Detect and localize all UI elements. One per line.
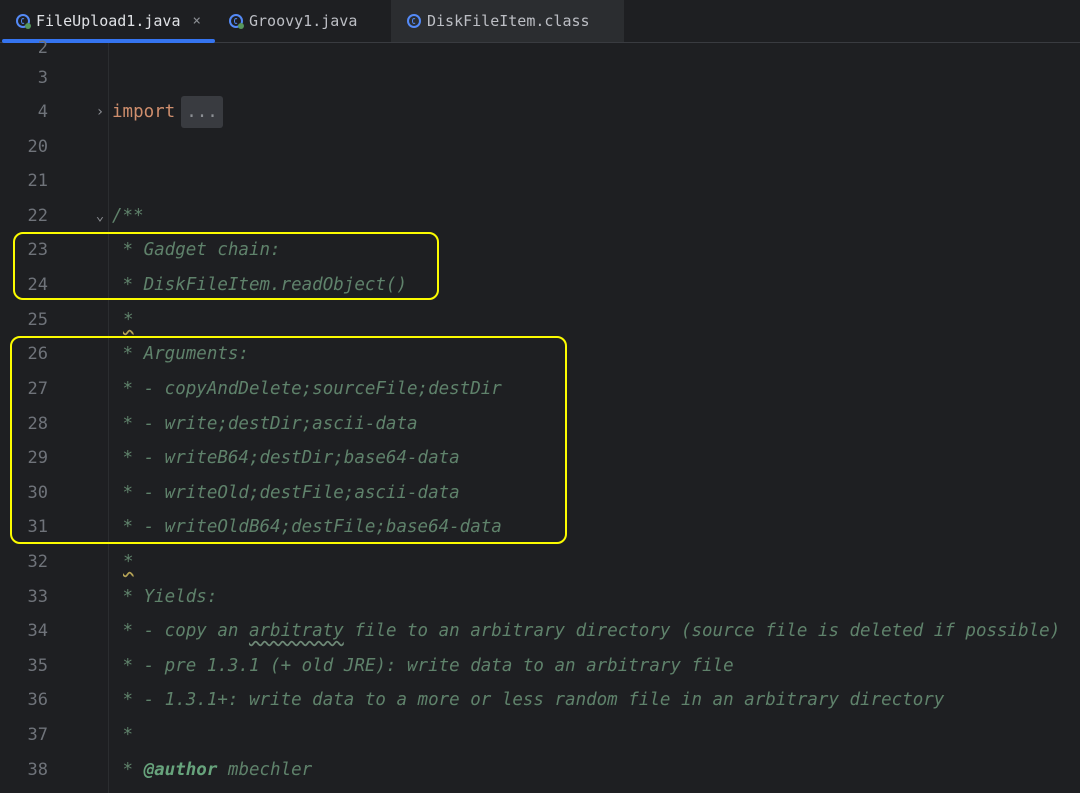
line-number: 37 <box>27 725 48 745</box>
comment-text: mbechler <box>217 760 313 780</box>
close-icon[interactable]: × <box>193 13 201 29</box>
fold-chevron-right-icon[interactable]: › <box>93 104 107 120</box>
code-line: 25 * <box>0 303 1080 337</box>
import-keyword: import <box>112 102 176 122</box>
code-editor[interactable]: 2 3 4 › import... 20 21 22 ⌄ /** 23 * Ga… <box>0 38 1080 793</box>
line-number: 20 <box>27 137 48 157</box>
code-line: 33 * Yields: <box>0 580 1080 614</box>
code-line: 34 * - copy an arbitraty file to an arbi… <box>0 614 1080 648</box>
comment-text: * - copy an <box>112 621 249 641</box>
code-line: 2 <box>0 31 1080 65</box>
folded-imports[interactable]: ... <box>181 96 223 128</box>
code-line: 32 * <box>0 545 1080 579</box>
line-number: 38 <box>27 760 48 780</box>
code-line: 21 <box>0 164 1080 198</box>
code-line: 38 * @author mbechler <box>0 753 1080 787</box>
code-line: 37 * <box>0 718 1080 752</box>
comment-text: * <box>123 552 134 572</box>
line-number: 35 <box>27 656 48 676</box>
java-class-icon <box>16 14 31 29</box>
code-line: 22 ⌄ /** <box>0 199 1080 233</box>
line-number: 22 <box>27 206 48 226</box>
highlight-box-arguments <box>10 336 567 544</box>
code-line: 35 * - pre 1.3.1 (+ old JRE): write data… <box>0 649 1080 683</box>
comment-text: * - pre 1.3.1 (+ old JRE): write data to… <box>112 656 734 676</box>
line-number: 34 <box>27 621 48 641</box>
comment-text: * <box>112 760 144 780</box>
code-line: 20 <box>0 130 1080 164</box>
line-number: 32 <box>27 552 48 572</box>
fold-chevron-down-icon[interactable]: ⌄ <box>93 208 107 224</box>
line-number: 21 <box>27 171 48 191</box>
line-number: 3 <box>37 68 48 88</box>
line-number: 25 <box>27 310 48 330</box>
line-number: 36 <box>27 690 48 710</box>
comment-text: /** <box>112 206 144 226</box>
java-class-icon <box>229 14 244 29</box>
comment-text: * - 1.3.1+: write data to a more or less… <box>112 690 945 710</box>
code-line: 3 <box>0 61 1080 95</box>
line-number: 2 <box>37 38 48 58</box>
comment-text: file to an arbitrary directory (source f… <box>343 621 1061 641</box>
tab-label: DiskFileItem.class <box>427 12 590 30</box>
code-line: 36 * - 1.3.1+: write data to a more or l… <box>0 683 1080 717</box>
line-number: 4 <box>37 102 48 122</box>
comment-text: * <box>123 310 134 330</box>
code-line: 4 › import... <box>0 95 1080 129</box>
line-number: 33 <box>27 587 48 607</box>
tab-label: FileUpload1.java <box>36 12 181 30</box>
comment-text: * <box>112 725 134 745</box>
javadoc-tag: @author <box>143 760 218 780</box>
comment-text: * Yields: <box>112 587 218 607</box>
typo-word: arbitraty <box>248 621 344 641</box>
class-file-icon <box>407 14 421 28</box>
highlight-box-gadget-chain <box>13 232 439 300</box>
tab-label: Groovy1.java <box>249 12 358 30</box>
